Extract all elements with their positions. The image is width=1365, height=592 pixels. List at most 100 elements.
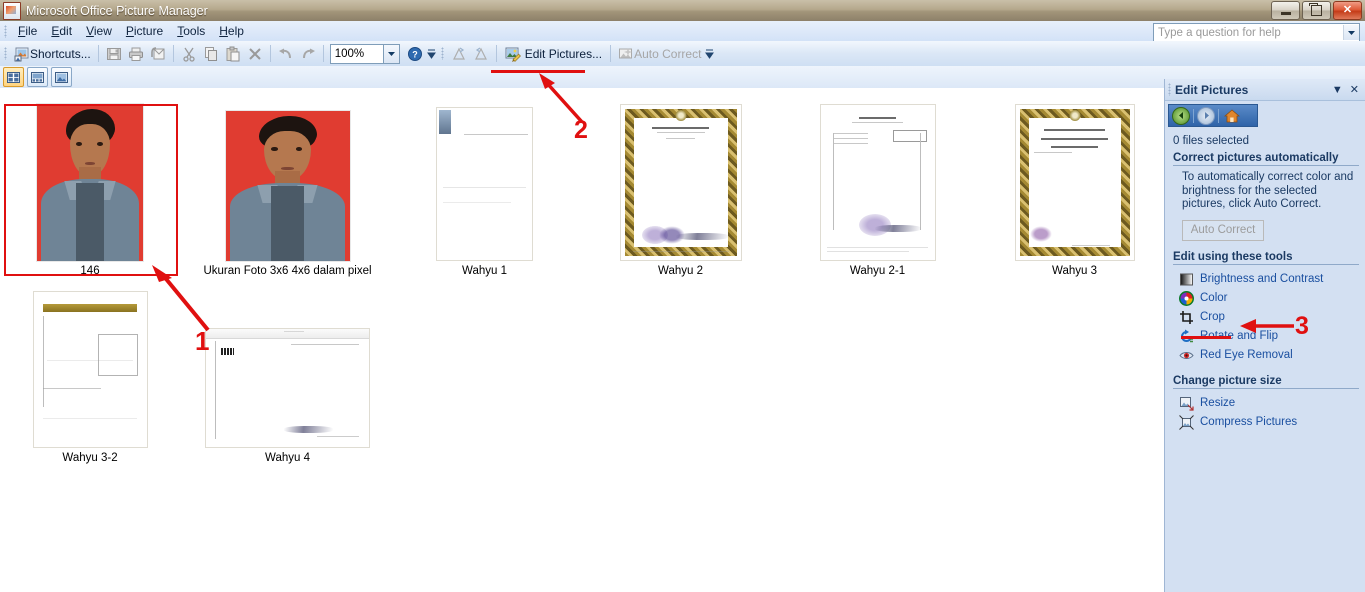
files-selected-status: 0 files selected [1173,135,1250,147]
thumbnail-caption: Wahyu 2-1 [849,265,906,277]
annotation-underline-crop [1181,336,1231,339]
crop-icon [1179,310,1194,325]
section-heading-edit-tools: Edit using these tools [1173,251,1359,265]
tool-label: Crop [1200,311,1225,323]
auto-correct-label: Auto Correct [634,46,702,61]
help-dropdown-arrow[interactable] [1343,25,1359,40]
title-bar: Microsoft Office Picture Manager ✕ [0,0,1365,22]
thumbnail-item-wahyu-2[interactable]: Wahyu 2 [598,104,763,277]
toolbar-separator-4 [322,45,324,62]
menu-view[interactable]: View [79,22,119,40]
doc-thumbnail-wahyu-2-1 [819,104,936,261]
auto-correct-description: To automatically correct color and brigh… [1182,171,1354,210]
doc-thumbnail-wahyu-3-2 [32,291,148,448]
toolbar-separator-6 [610,45,612,62]
redo-button[interactable] [297,43,319,64]
tool-compress-pictures[interactable]: Compress Pictures [1173,413,1359,432]
save-icon [106,46,122,62]
minimize-button[interactable] [1271,1,1300,20]
main-toolbar: Shortcuts... 100% ? Edit Pictures... Aut… [0,41,1365,67]
menu-picture[interactable]: Picture [119,22,170,40]
thumbnail-caption: Wahyu 3-2 [62,452,118,464]
rotate-left-button[interactable] [448,43,470,64]
thumbnail-caption: Wahyu 2 [658,265,703,277]
shortcuts-button[interactable]: Shortcuts... [11,43,94,64]
annotation-number-2: 2 [574,116,588,144]
thumbnail-item-146[interactable]: 146 [6,104,174,277]
thumbnail-item-wahyu-4[interactable]: Wahyu 4 [205,291,370,464]
help-button[interactable]: ? [404,43,426,64]
toolbar-overflow-2[interactable] [704,43,715,64]
thumbnail-caption: Wahyu 3 [1052,265,1097,277]
auto-correct-icon [618,46,634,62]
auto-correct-button[interactable]: Auto Correct [615,43,704,64]
thumbnail-caption: 146 [80,265,100,277]
task-pane-header: Edit Pictures ▼ ✕ [1165,79,1365,101]
picture-manager-icon [3,1,21,20]
single-picture-view-button[interactable] [51,67,72,87]
toolbar-separator-2 [172,45,174,62]
undo-button[interactable] [275,43,297,64]
filmstrip-view-button[interactable] [27,67,48,87]
chevron-down-icon[interactable]: ▼ [1332,84,1343,96]
cut-button[interactable] [178,43,200,64]
window-title: Microsoft Office Picture Manager [26,3,208,18]
thumbnail-item-wahyu-3[interactable]: Wahyu 3 [992,104,1157,277]
forward-button[interactable] [1197,106,1215,125]
red-eye-icon [1179,348,1194,363]
delete-button[interactable] [244,43,266,64]
copy-icon [203,46,219,62]
zoom-input[interactable]: 100% [329,43,384,64]
thumbnail-view-button[interactable] [3,67,24,87]
rotate-right-button[interactable] [470,43,492,64]
tool-label: Color [1200,292,1228,304]
email-icon [150,46,166,62]
paste-button[interactable] [222,43,244,64]
task-pane-title: Edit Pictures [1175,82,1249,97]
menu-grip[interactable] [4,24,7,38]
back-button[interactable] [1172,106,1190,125]
menu-help[interactable]: Help [212,22,251,40]
thumbnail-caption: Ukuran Foto 3x6 4x6 dalam pixel [203,265,372,277]
menu-file-label: ile [25,24,38,38]
email-button[interactable] [147,43,169,64]
help-search-box[interactable]: Type a question for help [1153,23,1360,42]
menu-tools[interactable]: Tools [170,22,212,40]
home-button[interactable] [1222,108,1241,124]
task-pane-nav [1168,104,1258,127]
toolbar-grip-1[interactable] [4,47,7,60]
menu-edit[interactable]: Edit [44,22,79,40]
thumbnail-item-wahyu-2-1[interactable]: Wahyu 2-1 [795,104,960,277]
annotation-arrow-2 [539,73,584,124]
section-heading-correct-pictures: Correct pictures automatically [1173,152,1359,166]
toolbar-grip-2[interactable] [440,47,444,60]
menu-bar: File Edit View Picture Tools Help Type a… [0,21,1365,42]
task-pane-grip[interactable] [1168,83,1171,96]
close-button[interactable]: ✕ [1333,1,1362,20]
toolbar-overflow-1[interactable] [426,43,437,64]
edit-pictures-label: Edit Pictures... [524,46,603,61]
print-button[interactable] [125,43,147,64]
copy-button[interactable] [200,43,222,64]
thumbnail-pane[interactable]: 146 Ukuran Foto 3x6 4x6 dalam pixel Wahy… [0,88,1165,592]
tool-resize[interactable]: Resize [1173,394,1359,413]
delete-icon [247,46,263,62]
edit-pictures-button[interactable]: Edit Pictures... [501,43,606,64]
auto-correct-pane-button[interactable]: Auto Correct [1182,219,1264,241]
menu-file[interactable]: File [11,22,44,40]
color-wheel-icon [1179,290,1194,306]
thumbnail-item-wahyu-3-2[interactable]: Wahyu 3-2 [6,291,174,464]
tool-label: Brightness and Contrast [1200,273,1324,285]
close-icon[interactable]: ✕ [1350,83,1359,96]
save-button[interactable] [103,43,125,64]
tool-color[interactable]: Color [1173,289,1359,308]
thumbnail-item-ukuran-foto[interactable]: Ukuran Foto 3x6 4x6 dalam pixel [203,104,372,277]
restore-button[interactable] [1302,1,1331,20]
tool-brightness-and-contrast[interactable]: Brightness and Contrast [1173,270,1359,289]
tool-red-eye-removal[interactable]: Red Eye Removal [1173,346,1359,365]
annotation-number-3: 3 [1295,312,1309,340]
cut-icon [181,46,197,62]
shortcuts-icon [14,46,30,62]
svg-text:?: ? [412,49,418,59]
zoom-dropdown-arrow[interactable] [383,43,400,64]
